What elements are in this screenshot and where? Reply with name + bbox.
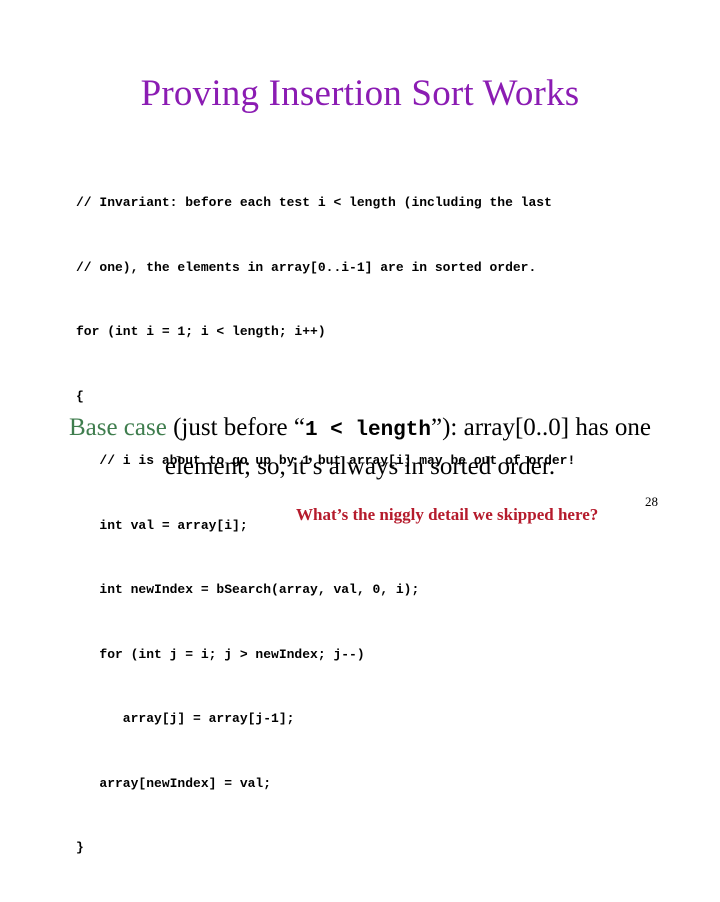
base-case-paragraph: Base case (just before “1 < length”): ar… [40,410,680,485]
base-case-text-before: (just before “ [166,414,305,441]
niggly-detail-question: What’s the niggly detail we skipped here… [296,505,599,524]
base-case-inline-code: 1 < length [304,419,431,442]
code-line: array[newIndex] = val; [76,775,272,791]
slide-number: 28 [645,494,658,509]
slide-canvas: Proving Insertion Sort Works // Invarian… [0,0,720,855]
code-line: array[j] = array[j-1]; [76,711,295,726]
base-case-label: Base case [68,414,167,441]
code-line: } [76,840,84,855]
page-title: Proving Insertion Sort Works [140,73,580,114]
code-line: // one), the elements in array[0..i-1] a… [76,259,537,275]
code-line: for (int i = 1; i < length; i++) [76,324,326,339]
code-block: // Invariant: before each test i < lengt… [76,149,646,902]
code-line: for (int j = i; j > newIndex; j--) [76,646,365,662]
code-line: int newIndex = bSearch(array, val, 0, i)… [76,582,420,597]
code-line: // Invariant: before each test i < lengt… [76,195,552,210]
code-line: { [76,388,84,404]
